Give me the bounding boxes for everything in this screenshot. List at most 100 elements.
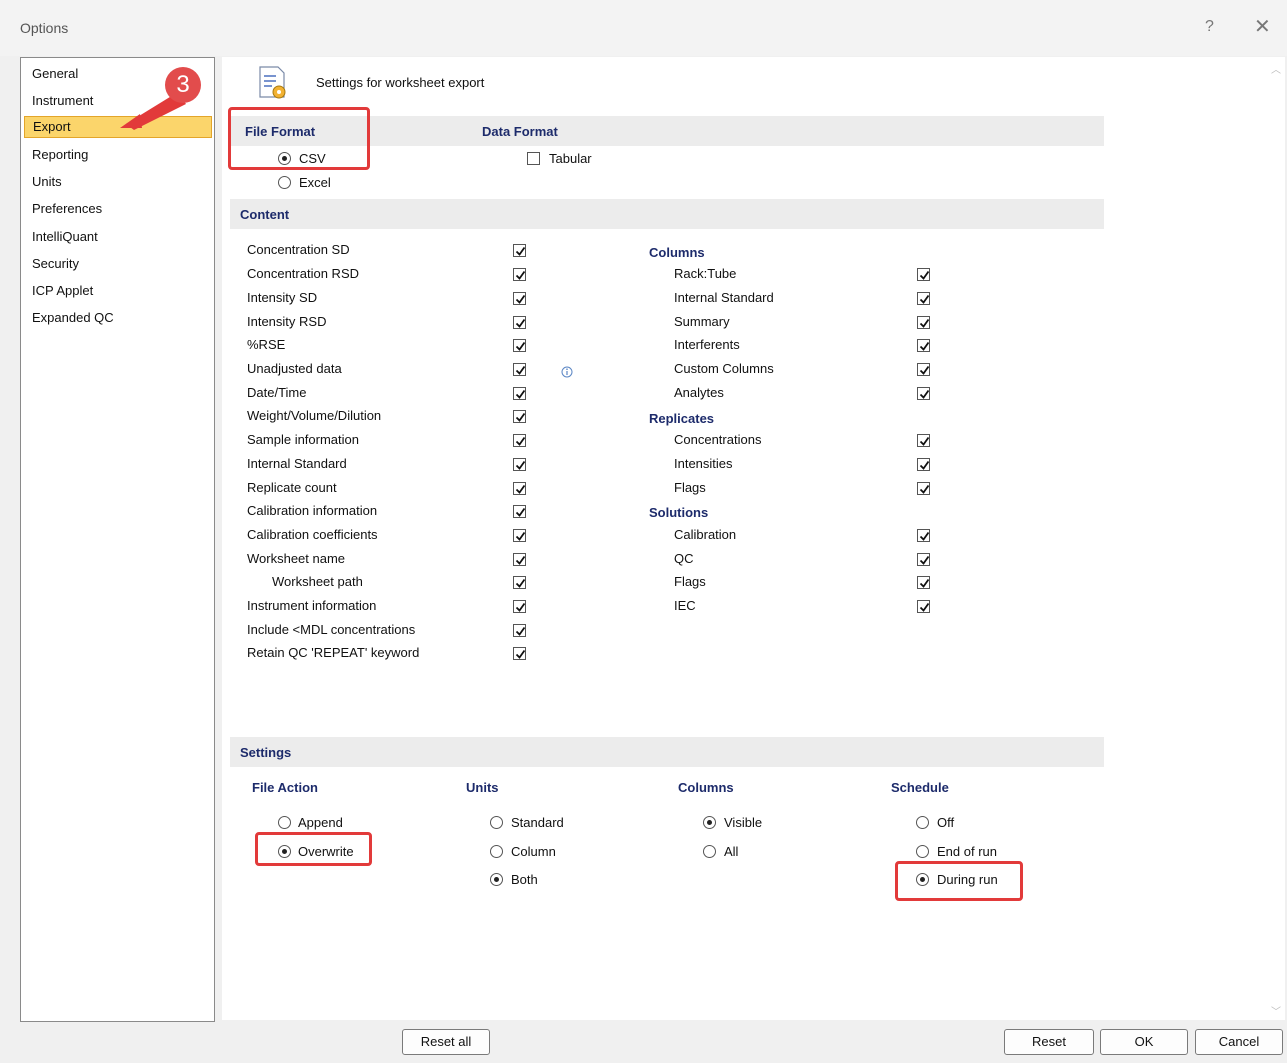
content-worksheet-path-checkbox[interactable] [513, 576, 526, 589]
columns-visible-radio[interactable] [703, 816, 716, 829]
ok-button[interactable]: OK [1100, 1029, 1188, 1055]
content-weight-volume-dilution-label: Weight/Volume/Dilution [247, 408, 382, 423]
units-both-radio[interactable] [490, 873, 503, 886]
content-intensity-sd-checkbox[interactable] [513, 292, 526, 305]
schedule-off-label: Off [937, 815, 955, 830]
content-concentration-rsd-label: Concentration RSD [247, 266, 359, 281]
sidebar-item-preferences[interactable]: Preferences [32, 199, 102, 221]
content-include-mdl-concentrations-label: Include <MDL concentrations [247, 622, 416, 637]
replicates-intensities-label: Intensities [674, 456, 733, 471]
content-instrument-information-checkbox[interactable] [513, 600, 526, 613]
solutions-iec-checkbox[interactable] [917, 600, 930, 613]
columns-all-radio[interactable] [703, 845, 716, 858]
sidebar-item-icp-applet[interactable]: ICP Applet [32, 281, 93, 303]
append-label: Append [298, 815, 343, 830]
solutions-qc-checkbox[interactable] [917, 553, 930, 566]
sidebar-item-expanded-qc[interactable]: Expanded QC [32, 308, 114, 330]
replicates-flags-checkbox[interactable] [917, 482, 930, 495]
schedule-end-of-run-radio[interactable] [916, 845, 929, 858]
reset-button[interactable]: Reset [1004, 1029, 1094, 1055]
content-worksheet-path-label: Worksheet path [272, 574, 363, 589]
content-section-bar: Content [230, 199, 1104, 229]
units-both-label: Both [511, 872, 538, 887]
columns-interferents-checkbox[interactable] [917, 339, 930, 352]
content-concentration-sd-checkbox[interactable] [513, 244, 526, 257]
columns-rack-tube-checkbox[interactable] [917, 268, 930, 281]
settings-section-bar: Settings [230, 737, 1104, 767]
content-concentration-sd-label: Concentration SD [247, 242, 350, 257]
solutions-calibration-checkbox[interactable] [917, 529, 930, 542]
tabular-checkbox[interactable] [527, 152, 540, 165]
schedule-off-radio[interactable] [916, 816, 929, 829]
content-unadjusted-data-checkbox[interactable] [513, 363, 526, 376]
content-intensity-rsd-checkbox[interactable] [513, 316, 526, 329]
vertical-scrollbar[interactable]: ︿ ﹀ [1267, 57, 1285, 1020]
content-date-time-label: Date/Time [247, 385, 307, 400]
sidebar-item-intelliquant[interactable]: IntelliQuant [32, 227, 98, 249]
content-include-mdl-concentrations-checkbox[interactable] [513, 624, 526, 637]
excel-label: Excel [299, 175, 331, 190]
content-weight-volume-dilution-checkbox[interactable] [513, 410, 526, 423]
content-sample-information-checkbox[interactable] [513, 434, 526, 447]
columns-summary-label: Summary [674, 314, 730, 329]
columns-interferents-label: Interferents [674, 337, 740, 352]
solutions-flags-checkbox[interactable] [917, 576, 930, 589]
content-internal-standard-checkbox[interactable] [513, 458, 526, 471]
info-icon[interactable] [561, 366, 573, 378]
content-calibration-coefficients-checkbox[interactable] [513, 529, 526, 542]
content-rse-checkbox[interactable] [513, 339, 526, 352]
columns-custom-columns-checkbox[interactable] [917, 363, 930, 376]
close-button[interactable]: ✕ [1254, 14, 1271, 39]
scroll-up-icon[interactable]: ︿ [1271, 61, 1281, 76]
columns-internal-standard-checkbox[interactable] [917, 292, 930, 305]
columns-rack-tube-label: Rack:Tube [674, 266, 737, 281]
content-instrument-information-label: Instrument information [247, 598, 377, 613]
page-title: Settings for worksheet export [316, 75, 485, 90]
content-worksheet-name-checkbox[interactable] [513, 553, 526, 566]
scroll-down-icon[interactable]: ﹀ [1271, 1003, 1281, 1018]
content-intensity-sd-label: Intensity SD [247, 290, 318, 305]
reset-all-button[interactable]: Reset all [402, 1029, 490, 1055]
content-calibration-information-label: Calibration information [247, 503, 378, 518]
highlight-file-format [228, 107, 370, 170]
data-format-heading: Data Format [482, 124, 558, 139]
excel-radio[interactable] [278, 176, 291, 189]
tabular-label: Tabular [549, 151, 592, 166]
content-unadjusted-data-label: Unadjusted data [247, 361, 342, 376]
settings-heading: Settings [240, 745, 292, 760]
append-radio[interactable] [278, 816, 291, 829]
units-heading: Units [466, 780, 499, 795]
columns-all-label: All [724, 844, 739, 859]
columns-setting-heading: Columns [678, 780, 734, 795]
content-calibration-information-checkbox[interactable] [513, 505, 526, 518]
help-button[interactable]: ? [1205, 18, 1214, 36]
replicates-intensities-checkbox[interactable] [917, 458, 930, 471]
sidebar-item-security[interactable]: Security [32, 254, 79, 276]
content-replicate-count-label: Replicate count [247, 480, 337, 495]
columns-heading: Columns [649, 245, 705, 260]
sidebar-item-units[interactable]: Units [32, 172, 62, 194]
content-retain-qc-repeat-keyword-checkbox[interactable] [513, 647, 526, 660]
content-retain-qc-repeat-keyword-label: Retain QC 'REPEAT' keyword [247, 645, 420, 660]
units-standard-label: Standard [511, 815, 564, 830]
replicates-concentrations-checkbox[interactable] [917, 434, 930, 447]
content-calibration-coefficients-label: Calibration coefficients [247, 527, 378, 542]
sidebar-item-instrument[interactable]: Instrument [32, 91, 93, 113]
solutions-flags-label: Flags [674, 574, 706, 589]
columns-internal-standard-label: Internal Standard [674, 290, 774, 305]
cancel-button[interactable]: Cancel [1195, 1029, 1283, 1055]
columns-analytes-checkbox[interactable] [917, 387, 930, 400]
worksheet-export-icon [259, 66, 286, 99]
sidebar-item-reporting[interactable]: Reporting [32, 145, 88, 167]
solutions-heading: Solutions [649, 505, 709, 520]
content-concentration-rsd-checkbox[interactable] [513, 268, 526, 281]
content-replicate-count-checkbox[interactable] [513, 482, 526, 495]
solutions-calibration-label: Calibration [674, 527, 737, 542]
replicates-heading: Replicates [649, 411, 715, 426]
units-standard-radio[interactable] [490, 816, 503, 829]
sidebar-item-general[interactable]: General [32, 64, 78, 86]
units-column-radio[interactable] [490, 845, 503, 858]
replicates-concentrations-label: Concentrations [674, 432, 762, 447]
content-date-time-checkbox[interactable] [513, 387, 526, 400]
columns-summary-checkbox[interactable] [917, 316, 930, 329]
